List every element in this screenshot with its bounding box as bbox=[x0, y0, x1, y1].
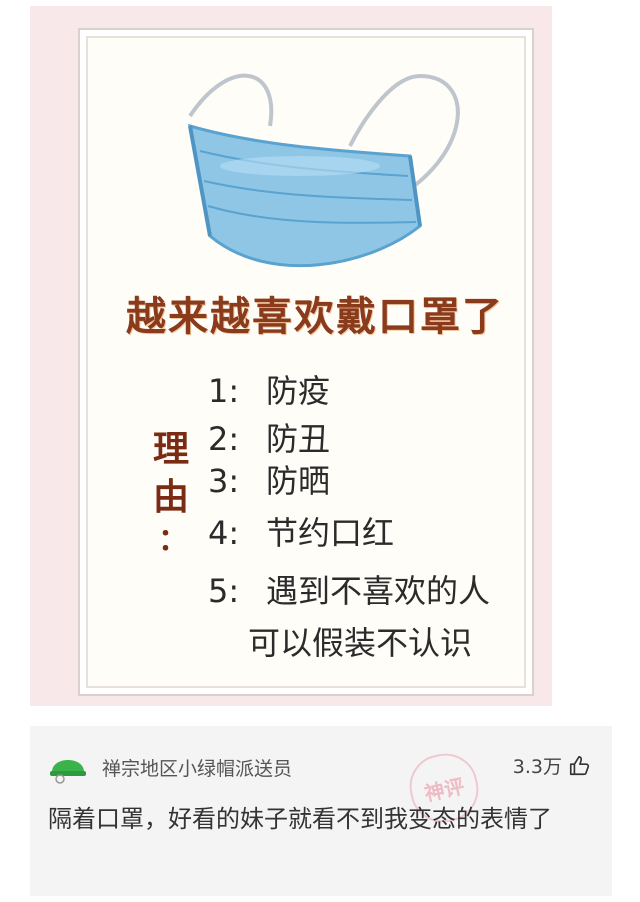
reason-text: 防疫 bbox=[266, 372, 331, 410]
reason-item-2: 2: 防丑 bbox=[208, 414, 330, 460]
green-helmet-avatar[interactable] bbox=[48, 746, 88, 786]
reason-number: 3: bbox=[208, 462, 240, 500]
reason-item-3: 3: 防晒 bbox=[208, 456, 330, 502]
comment-username[interactable]: 禅宗地区小绿帽派送员 bbox=[102, 754, 292, 781]
reason-label: 理由 bbox=[152, 429, 189, 518]
reason-item-4: 4: 节约口红 bbox=[208, 508, 394, 554]
reason-number: 2: bbox=[208, 420, 240, 458]
reason-colon: ： bbox=[158, 523, 188, 558]
like-button[interactable]: 3.3万 bbox=[513, 752, 590, 779]
face-mask-illustration bbox=[188, 73, 460, 268]
reason-item-5-continued: 可以假装不认识 bbox=[248, 618, 472, 664]
reason-number: 4: bbox=[208, 514, 240, 552]
reason-item-1: 1: 防疫 bbox=[208, 366, 330, 412]
reason-text: 遇到不喜欢的人 bbox=[266, 572, 491, 610]
reason-text: 防丑 bbox=[266, 420, 331, 458]
reason-item-5: 5: 遇到不喜欢的人 bbox=[208, 566, 490, 612]
reason-text: 可以假装不认识 bbox=[248, 624, 473, 662]
reason-text: 节约口红 bbox=[266, 514, 395, 552]
comment-text: 隔着口罩，好看的妹子就看不到我变态的表情了 bbox=[48, 805, 552, 833]
reason-number: 1: bbox=[208, 372, 240, 410]
thumbs-up-icon bbox=[569, 755, 590, 775]
hot-comment: 禅宗地区小绿帽派送员 神评 3.3万 隔着口罩，好看的妹子就看不到我变态的表情了 bbox=[30, 726, 612, 896]
poster-image[interactable]: 越来越喜欢戴口罩了 理由 ： 1: 防疫 2: 防丑 3: 防晒 4: 节约口红 5: 遇… bbox=[30, 6, 552, 706]
reason-text: 防晒 bbox=[266, 462, 331, 500]
like-count: 3.3万 bbox=[512, 756, 562, 778]
reason-number: 5: bbox=[208, 572, 240, 610]
poster-title: 越来越喜欢戴口罩了 bbox=[126, 294, 504, 340]
